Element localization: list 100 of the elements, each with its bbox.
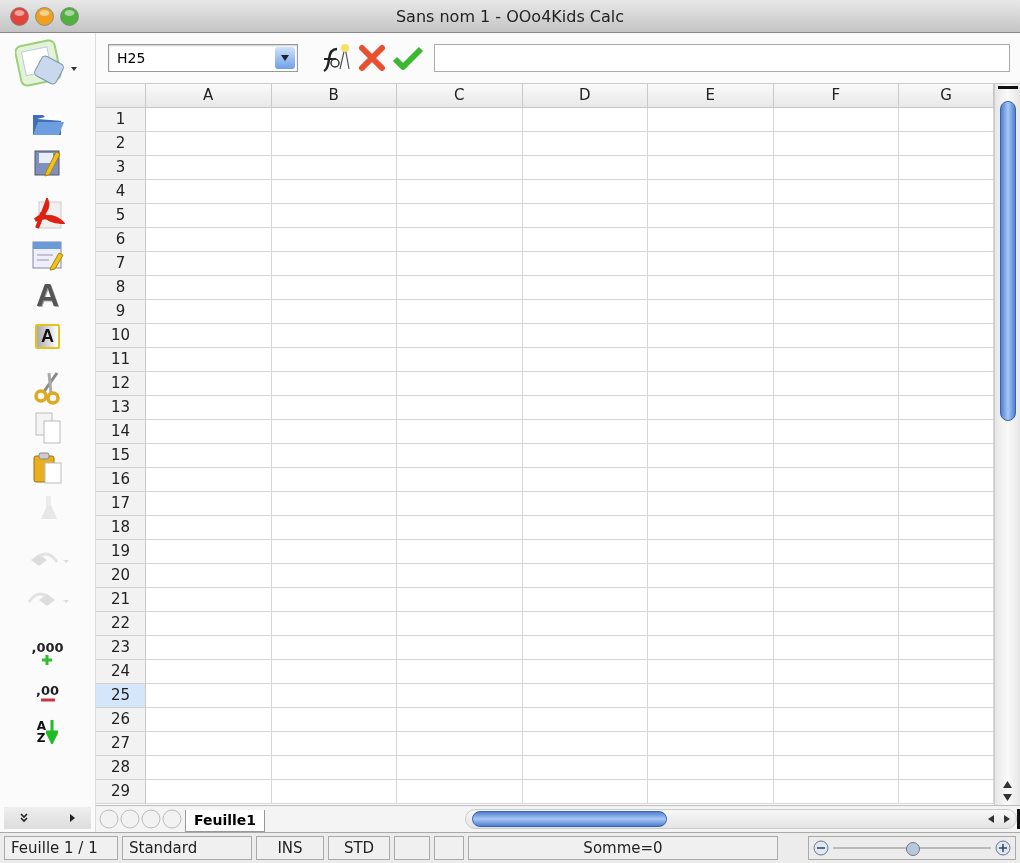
table-cell[interactable] bbox=[146, 395, 272, 420]
slider-thumb[interactable] bbox=[906, 842, 920, 856]
row-header[interactable]: 14 bbox=[96, 419, 146, 444]
left-arrow-icon[interactable] bbox=[988, 815, 994, 823]
table-cell[interactable] bbox=[397, 539, 523, 564]
table-cell[interactable] bbox=[648, 491, 774, 516]
column-header[interactable]: E bbox=[648, 83, 774, 108]
toolbar-button[interactable]: ,00 bbox=[27, 674, 68, 710]
table-cell[interactable] bbox=[397, 203, 523, 228]
table-cell[interactable] bbox=[648, 779, 774, 804]
table-cell[interactable] bbox=[773, 323, 899, 348]
table-cell[interactable] bbox=[773, 467, 899, 492]
table-cell[interactable] bbox=[146, 539, 272, 564]
table-cell[interactable] bbox=[146, 635, 272, 660]
table-cell[interactable] bbox=[648, 275, 774, 300]
table-cell[interactable] bbox=[773, 251, 899, 276]
table-cell[interactable] bbox=[397, 515, 523, 540]
table-cell[interactable] bbox=[648, 443, 774, 468]
table-cell[interactable] bbox=[271, 419, 397, 444]
table-cell[interactable] bbox=[146, 131, 272, 156]
table-cell[interactable] bbox=[522, 323, 648, 348]
table-cell[interactable] bbox=[271, 251, 397, 276]
table-cell[interactable] bbox=[397, 707, 523, 732]
table-cell[interactable] bbox=[271, 707, 397, 732]
table-cell[interactable] bbox=[648, 611, 774, 636]
toolbar-button[interactable]: AZ bbox=[27, 714, 68, 750]
table-cell[interactable] bbox=[146, 299, 272, 324]
row-header[interactable]: 2 bbox=[96, 131, 146, 156]
table-cell[interactable] bbox=[271, 227, 397, 252]
row-header[interactable]: 6 bbox=[96, 227, 146, 252]
table-cell[interactable] bbox=[271, 683, 397, 708]
formula-input[interactable] bbox=[434, 43, 1010, 72]
table-cell[interactable] bbox=[271, 635, 397, 660]
table-cell[interactable] bbox=[271, 131, 397, 156]
table-cell[interactable] bbox=[271, 371, 397, 396]
right-arrow-icon[interactable] bbox=[1004, 815, 1010, 823]
toolbar-button[interactable]: A bbox=[27, 318, 68, 354]
table-cell[interactable] bbox=[271, 587, 397, 612]
zoom-button[interactable] bbox=[60, 6, 79, 26]
zoom-out-icon[interactable] bbox=[813, 840, 829, 856]
row-header[interactable]: 7 bbox=[96, 251, 146, 276]
row-header[interactable]: 18 bbox=[96, 515, 146, 540]
table-cell[interactable] bbox=[397, 683, 523, 708]
table-cell[interactable] bbox=[522, 251, 648, 276]
table-cell[interactable] bbox=[397, 131, 523, 156]
sheet-nav-icon[interactable] bbox=[120, 809, 140, 829]
table-cell[interactable] bbox=[773, 779, 899, 804]
table-cell[interactable] bbox=[146, 467, 272, 492]
table-cell[interactable] bbox=[397, 323, 523, 348]
table-cell[interactable] bbox=[648, 419, 774, 444]
column-header[interactable]: D bbox=[522, 83, 648, 108]
up-arrow-icon[interactable] bbox=[1003, 781, 1012, 789]
table-cell[interactable] bbox=[648, 131, 774, 156]
table-cell[interactable] bbox=[522, 131, 648, 156]
table-cell[interactable] bbox=[146, 227, 272, 252]
table-cell[interactable] bbox=[522, 587, 648, 612]
table-cell[interactable] bbox=[773, 611, 899, 636]
table-cell[interactable] bbox=[146, 515, 272, 540]
table-cell[interactable] bbox=[271, 659, 397, 684]
table-cell[interactable] bbox=[397, 443, 523, 468]
table-cell[interactable] bbox=[522, 563, 648, 588]
table-cell[interactable] bbox=[397, 251, 523, 276]
table-cell[interactable] bbox=[522, 731, 648, 756]
zoom-slider[interactable] bbox=[808, 836, 1016, 860]
table-cell[interactable] bbox=[648, 299, 774, 324]
row-header[interactable]: 11 bbox=[96, 347, 146, 372]
table-cell[interactable] bbox=[146, 491, 272, 516]
table-cell[interactable] bbox=[648, 635, 774, 660]
table-cell[interactable] bbox=[648, 227, 774, 252]
column-header[interactable]: G bbox=[899, 83, 994, 108]
table-cell[interactable] bbox=[522, 275, 648, 300]
table-cell[interactable] bbox=[648, 683, 774, 708]
table-cell[interactable] bbox=[146, 179, 272, 204]
dropdown-button[interactable] bbox=[275, 46, 295, 69]
table-cell[interactable] bbox=[271, 275, 397, 300]
row-header[interactable]: 3 bbox=[96, 155, 146, 180]
table-cell[interactable] bbox=[522, 419, 648, 444]
table-cell[interactable] bbox=[773, 347, 899, 372]
table-cell[interactable] bbox=[522, 659, 648, 684]
column-header[interactable]: C bbox=[397, 83, 523, 108]
table-cell[interactable] bbox=[773, 491, 899, 516]
row-header[interactable]: 9 bbox=[96, 299, 146, 324]
table-cell[interactable] bbox=[648, 395, 774, 420]
table-cell[interactable] bbox=[648, 155, 774, 180]
table-cell[interactable] bbox=[648, 707, 774, 732]
table-cell[interactable] bbox=[773, 443, 899, 468]
table-cell[interactable] bbox=[397, 491, 523, 516]
table-cell[interactable] bbox=[522, 371, 648, 396]
scrollbar-thumb[interactable] bbox=[472, 811, 668, 827]
table-cell[interactable] bbox=[397, 419, 523, 444]
table-cell[interactable] bbox=[522, 347, 648, 372]
table-cell[interactable] bbox=[522, 203, 648, 228]
table-cell[interactable] bbox=[146, 611, 272, 636]
table-cell[interactable] bbox=[522, 779, 648, 804]
table-cell[interactable] bbox=[648, 539, 774, 564]
table-cell[interactable] bbox=[773, 107, 899, 132]
table-cell[interactable] bbox=[773, 659, 899, 684]
table-cell[interactable] bbox=[271, 563, 397, 588]
table-cell[interactable] bbox=[773, 203, 899, 228]
table-cell[interactable] bbox=[773, 395, 899, 420]
